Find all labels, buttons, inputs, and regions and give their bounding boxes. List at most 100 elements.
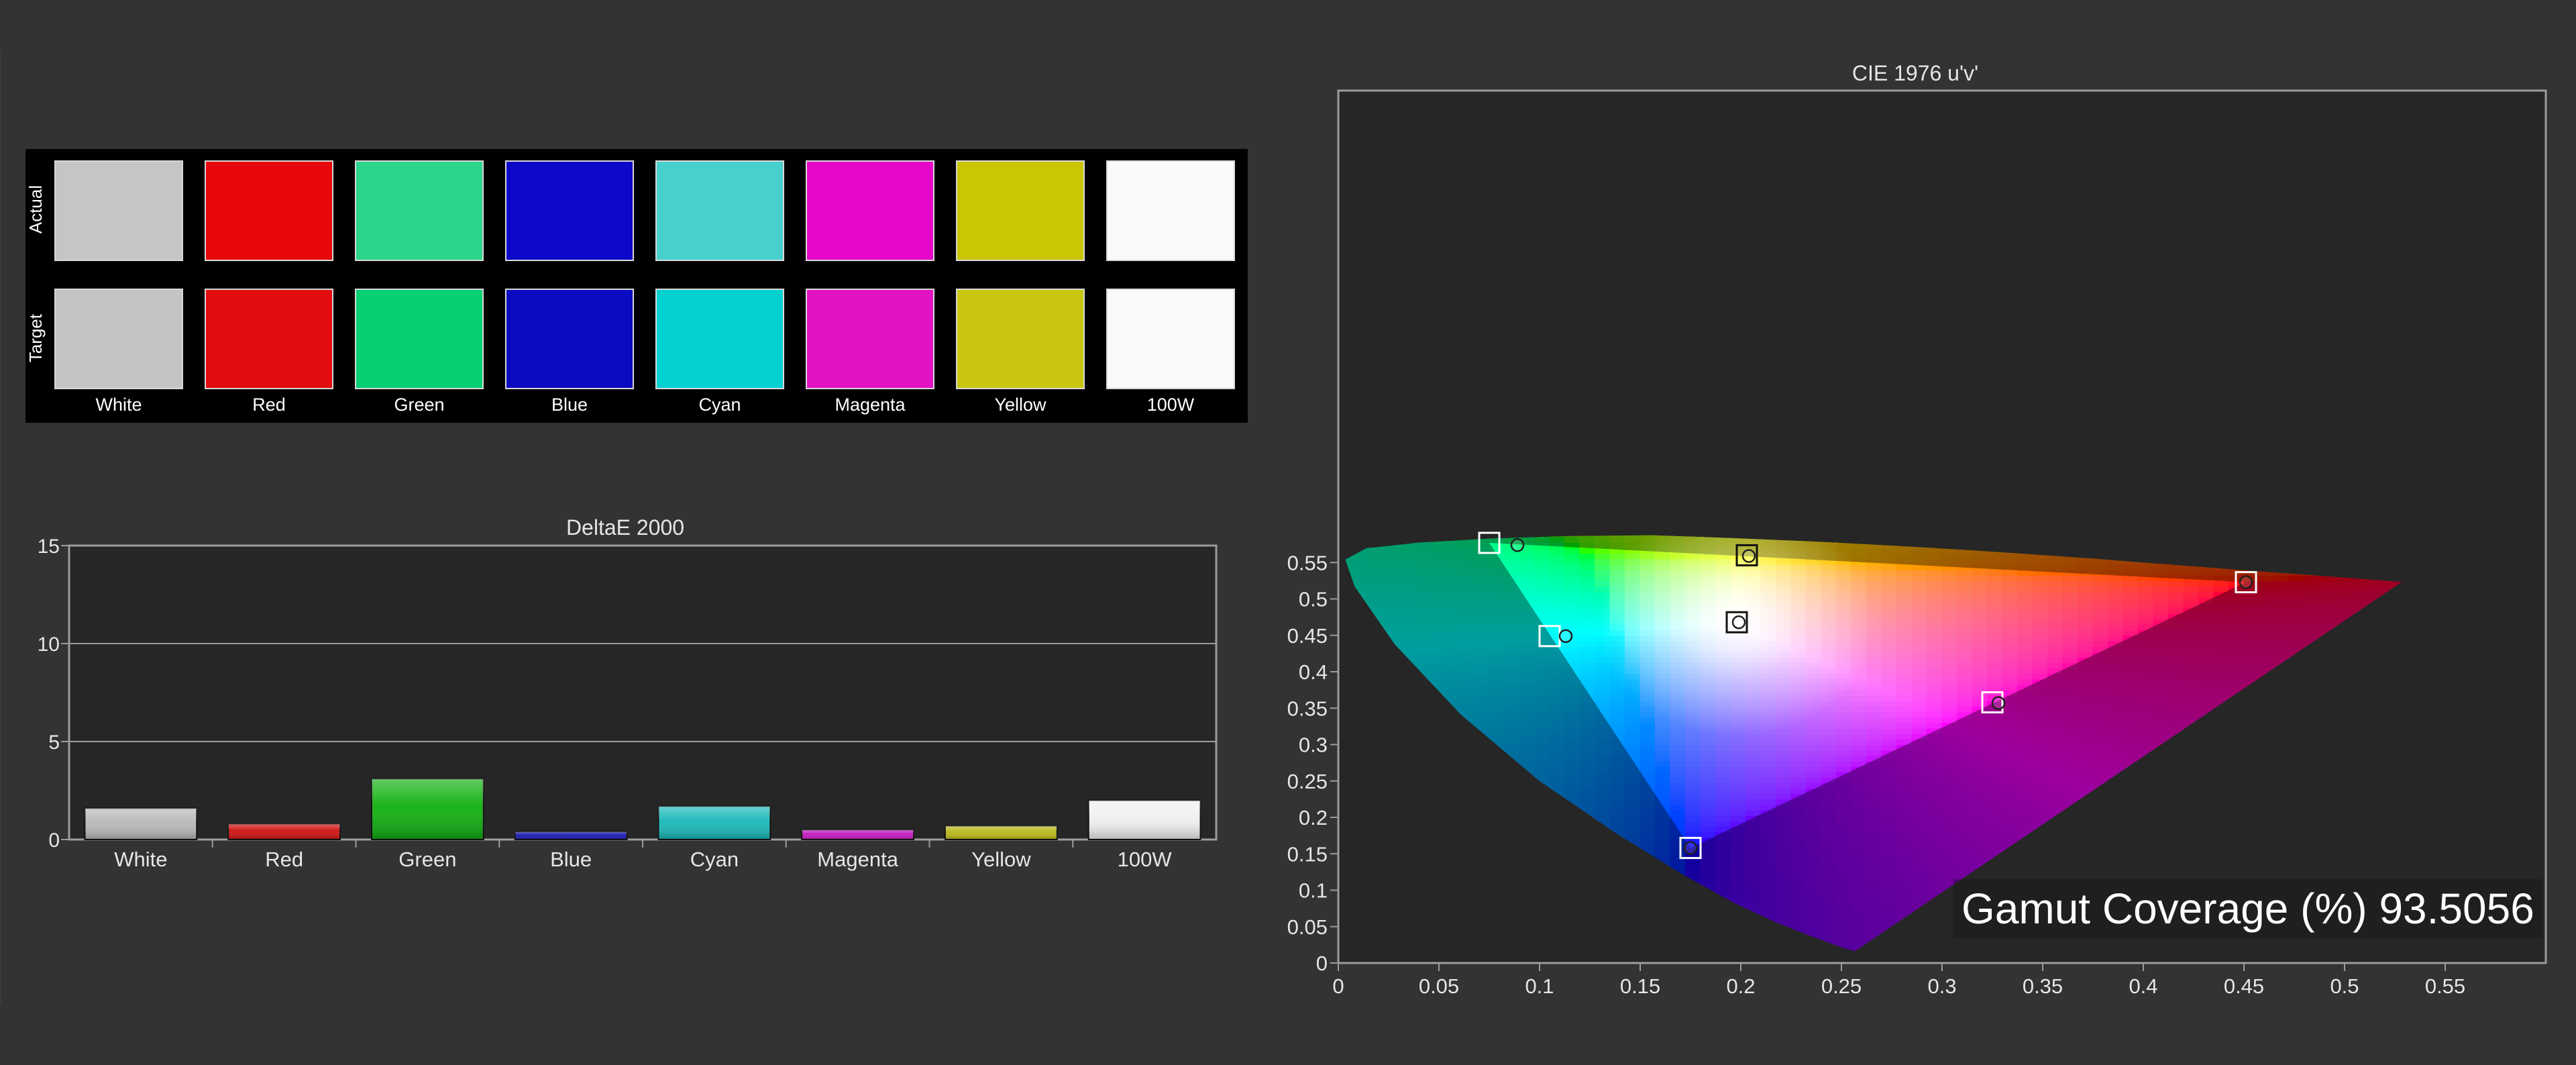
locus-color-cell (1700, 815, 1717, 822)
locus-color-cell (2545, 892, 2561, 898)
locus-color-cell (1911, 640, 1928, 647)
locus-color-cell (1670, 738, 1686, 746)
locus-color-cell (1881, 705, 1898, 713)
locus-color-cell (1881, 689, 1898, 696)
locus-color-cell (1835, 766, 1852, 772)
locus-color-cell (1941, 635, 1958, 642)
locus-color-cell (1956, 678, 1973, 685)
locus-color-cell (1896, 722, 1913, 729)
locus-color-cell (1881, 684, 1898, 691)
locus-color-cell (1896, 689, 1913, 696)
locus-color-cell (1986, 678, 2003, 685)
locus-color-cell (1684, 804, 1701, 811)
locus-color-cell (2545, 744, 2561, 750)
locus-color-cell (2545, 826, 2561, 832)
locus-color-cell (2017, 667, 2033, 674)
locus-color-cell (2002, 678, 2019, 685)
locus-color-cell (1700, 809, 1717, 816)
locus-color-cell (1790, 788, 1807, 795)
locus-color-cell (1640, 760, 1656, 767)
locus-color-cell (1745, 788, 1762, 795)
deltae-ytick-label: 5 (48, 731, 60, 754)
locus-color-cell (2002, 640, 2019, 647)
locus-color-cell (1624, 722, 1641, 729)
locus-color-cell (2062, 629, 2079, 636)
locus-color-cell (1745, 760, 1762, 767)
locus-color-cell (1986, 662, 2003, 669)
locus-color-cell (1684, 793, 1701, 800)
locus-color-cell (2002, 656, 2019, 664)
locus-color-cell (1775, 776, 1792, 784)
locus-color-cell (1896, 667, 1913, 674)
locus-color-cell (2047, 640, 2063, 647)
locus-color-cell (1700, 793, 1717, 800)
locus-color-cell (2545, 755, 2561, 761)
locus-color-cell (1866, 684, 1882, 691)
locus-color-cell (1684, 755, 1701, 762)
locus-color-cell (1941, 629, 1958, 636)
locus-color-cell (1835, 760, 1852, 767)
locus-color-cell (2032, 651, 2049, 658)
locus-color-cell (1790, 760, 1807, 767)
locus-color-cell (1821, 711, 1837, 718)
locus-color-cell (1684, 782, 1701, 789)
locus-color-cell (1956, 629, 1973, 636)
locus-color-cell (1745, 750, 1762, 756)
locus-color-cell (1881, 738, 1898, 746)
locus-color-cell (1715, 820, 1731, 827)
locus-color-cell (1881, 744, 1898, 751)
locus-color-cell (1730, 755, 1747, 762)
locus-color-cell (1609, 695, 1626, 701)
locus-color-cell (2545, 908, 2561, 914)
locus-color-cell (1594, 689, 1611, 696)
locus-color-cell (1926, 684, 1943, 691)
deltae-ytick-label: 15 (38, 536, 60, 558)
swatch-label-white: White (95, 395, 142, 415)
locus-color-cell (1941, 673, 1958, 680)
locus-color-cell (2545, 772, 2561, 778)
locus-color-cell (1609, 722, 1626, 729)
locus-color-cell (1805, 771, 1822, 778)
locus-color-cell (1805, 722, 1822, 729)
locus-color-cell (1640, 722, 1656, 729)
locus-color-cell (1790, 744, 1807, 751)
locus-color-cell (1881, 717, 1898, 723)
locus-color-cell (1851, 695, 1868, 701)
locus-color-cell (1866, 673, 1882, 680)
locus-color-cell (1805, 750, 1822, 756)
locus-color-cell (2545, 706, 2561, 712)
locus-color-cell (1700, 825, 1717, 833)
locus-color-cell (1805, 738, 1822, 746)
locus-color-cell (1821, 727, 1837, 734)
locus-color-cell (1624, 711, 1641, 718)
locus-color-cell (1821, 750, 1837, 756)
locus-color-cell (1941, 705, 1958, 713)
locus-color-cell (1594, 684, 1611, 691)
locus-color-cell (1775, 744, 1792, 751)
locus-color-cell (2545, 657, 2561, 663)
locus-color-cell (2002, 635, 2019, 642)
locus-color-cell (1654, 771, 1671, 778)
swatch-target-yellow (956, 289, 1085, 389)
locus-color-cell (2545, 864, 2561, 870)
locus-color-cell (1866, 700, 1882, 707)
locus-color-cell (2017, 646, 2033, 652)
locus-color-cell (1790, 733, 1807, 740)
locus-color-cell (2545, 886, 2561, 892)
swatch-label-yellow: Yellow (994, 395, 1046, 415)
locus-color-cell (1896, 678, 1913, 685)
locus-color-cell (1684, 825, 1701, 833)
locus-color-cell (1775, 771, 1792, 778)
locus-color-cell (1911, 700, 1928, 707)
locus-color-cell (2032, 656, 2049, 664)
locus-color-cell (1926, 646, 1943, 652)
locus-color-cell (1654, 744, 1671, 751)
locus-color-cell (1640, 766, 1656, 772)
locus-color-cell (1896, 727, 1913, 734)
locus-color-cell (2017, 640, 2033, 647)
locus-color-cell (2545, 952, 2561, 958)
locus-color-cell (1579, 629, 1596, 636)
locus-color-cell (2545, 919, 2561, 925)
locus-color-cell (1896, 651, 1913, 658)
deltae-bar-shade-yellow (945, 825, 1057, 840)
